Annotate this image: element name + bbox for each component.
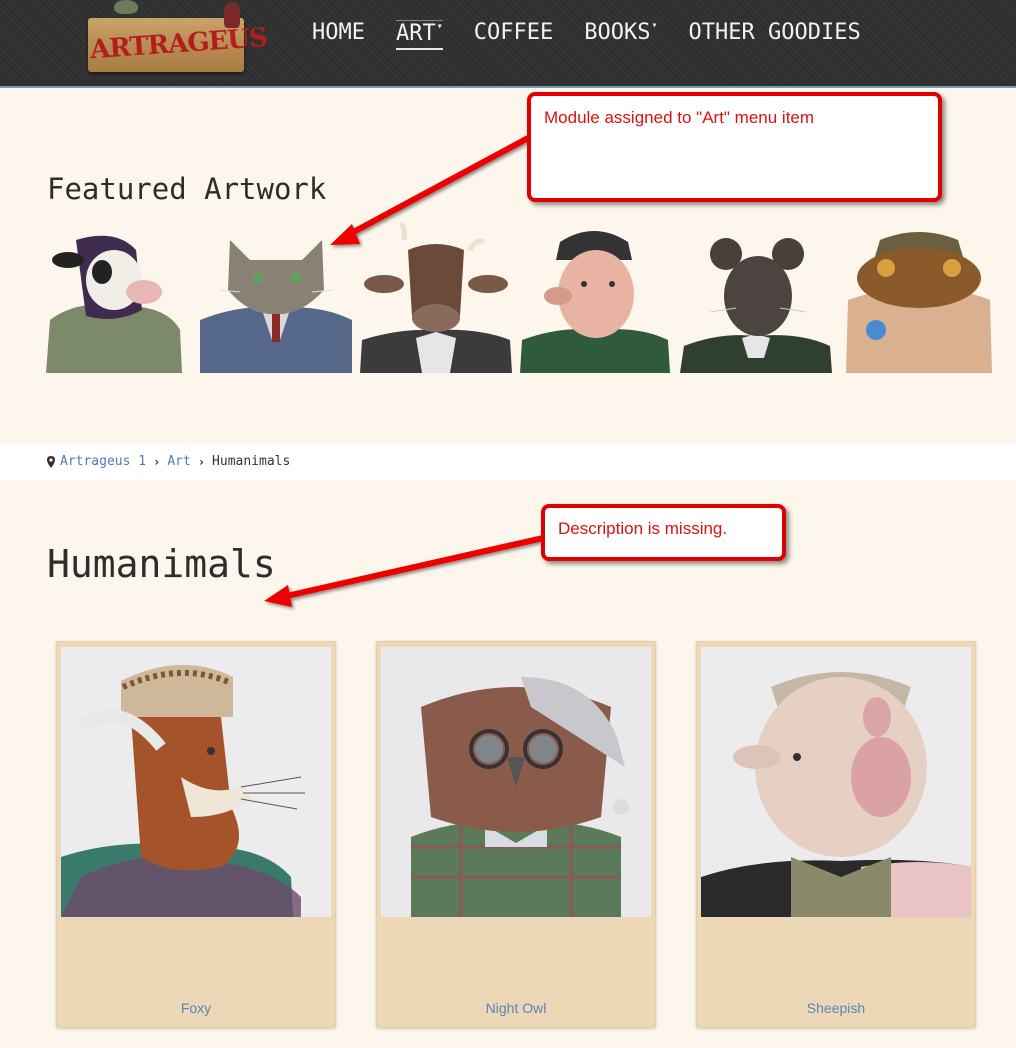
category-title: Humanimals <box>47 542 276 586</box>
featured-thumb-rat[interactable] <box>680 220 832 373</box>
card-label[interactable]: Sheepish <box>697 1000 975 1016</box>
owl-sculpture-image <box>381 647 651 917</box>
nav-item-other-goodies[interactable]: OTHER GOODIES <box>689 20 861 50</box>
product-card-sheepish[interactable]: Sheepish <box>696 641 976 1028</box>
breadcrumb-link-home[interactable]: Artrageus 1 <box>60 454 146 469</box>
breadcrumb-bar: Artrageus 1 › Art › Humanimals <box>0 443 1016 480</box>
main-menu: HOME ART▾ COFFEE BOOKS▾ OTHER GOODIES <box>312 20 892 50</box>
featured-thumb-pig[interactable] <box>520 220 670 373</box>
breadcrumb-current: Humanimals <box>212 454 291 469</box>
annotation-module-note: Module assigned to "Art" menu item <box>527 92 942 202</box>
site-logo[interactable]: ARTRAGEUS <box>84 0 268 80</box>
breadcrumb: Artrageus 1 › Art › Humanimals <box>47 454 290 469</box>
fox-sculpture-image <box>61 647 331 917</box>
featured-thumb-cow[interactable] <box>46 220 182 373</box>
card-label[interactable]: Foxy <box>57 1000 335 1016</box>
nav-item-home[interactable]: HOME <box>312 20 365 50</box>
product-card-foxy[interactable]: Foxy <box>56 641 336 1028</box>
chevron-right-icon: › <box>153 454 161 469</box>
card-label[interactable]: Night Owl <box>377 1000 655 1016</box>
pig-sculpture-image <box>520 220 670 373</box>
card-image[interactable] <box>701 647 971 917</box>
sheep-sculpture-image <box>701 647 971 917</box>
card-image[interactable] <box>381 647 651 917</box>
chevron-right-icon: › <box>197 454 206 469</box>
annotation-text: Description is missing. <box>558 519 728 538</box>
breadcrumb-link-art[interactable]: Art <box>167 454 190 469</box>
nav-item-art[interactable]: ART▾ <box>395 20 443 50</box>
nav-item-coffee[interactable]: COFFEE <box>474 20 553 50</box>
frog-sculpture-image <box>846 220 992 373</box>
cat-sculpture-image <box>200 220 352 373</box>
featured-thumb-cat[interactable] <box>200 220 352 373</box>
featured-thumb-frog[interactable] <box>846 220 992 373</box>
arrow-to-category-title <box>264 535 544 607</box>
annotation-text: Module assigned to "Art" menu item <box>544 108 815 127</box>
featured-artwork-strip <box>46 220 992 373</box>
top-navbar: ARTRAGEUS HOME ART▾ COFFEE BOOKS▾ OTHER … <box>0 0 1016 88</box>
featured-artwork-heading: Featured Artwork <box>47 172 327 206</box>
cow-sculpture-image <box>46 220 182 373</box>
featured-thumb-bull[interactable] <box>360 220 512 373</box>
bull-sculpture-image <box>360 220 512 373</box>
logo-bird-icon <box>114 0 138 14</box>
caret-down-icon: ▾ <box>436 21 443 32</box>
product-card-night-owl[interactable]: Night Owl <box>376 641 656 1028</box>
nav-item-books[interactable]: BOOKS▾ <box>584 20 657 50</box>
annotation-description-note: Description is missing. <box>541 504 786 561</box>
map-pin-icon <box>47 455 55 468</box>
rat-sculpture-image <box>680 220 832 373</box>
caret-down-icon: ▾ <box>651 20 658 31</box>
card-image[interactable] <box>61 647 331 917</box>
